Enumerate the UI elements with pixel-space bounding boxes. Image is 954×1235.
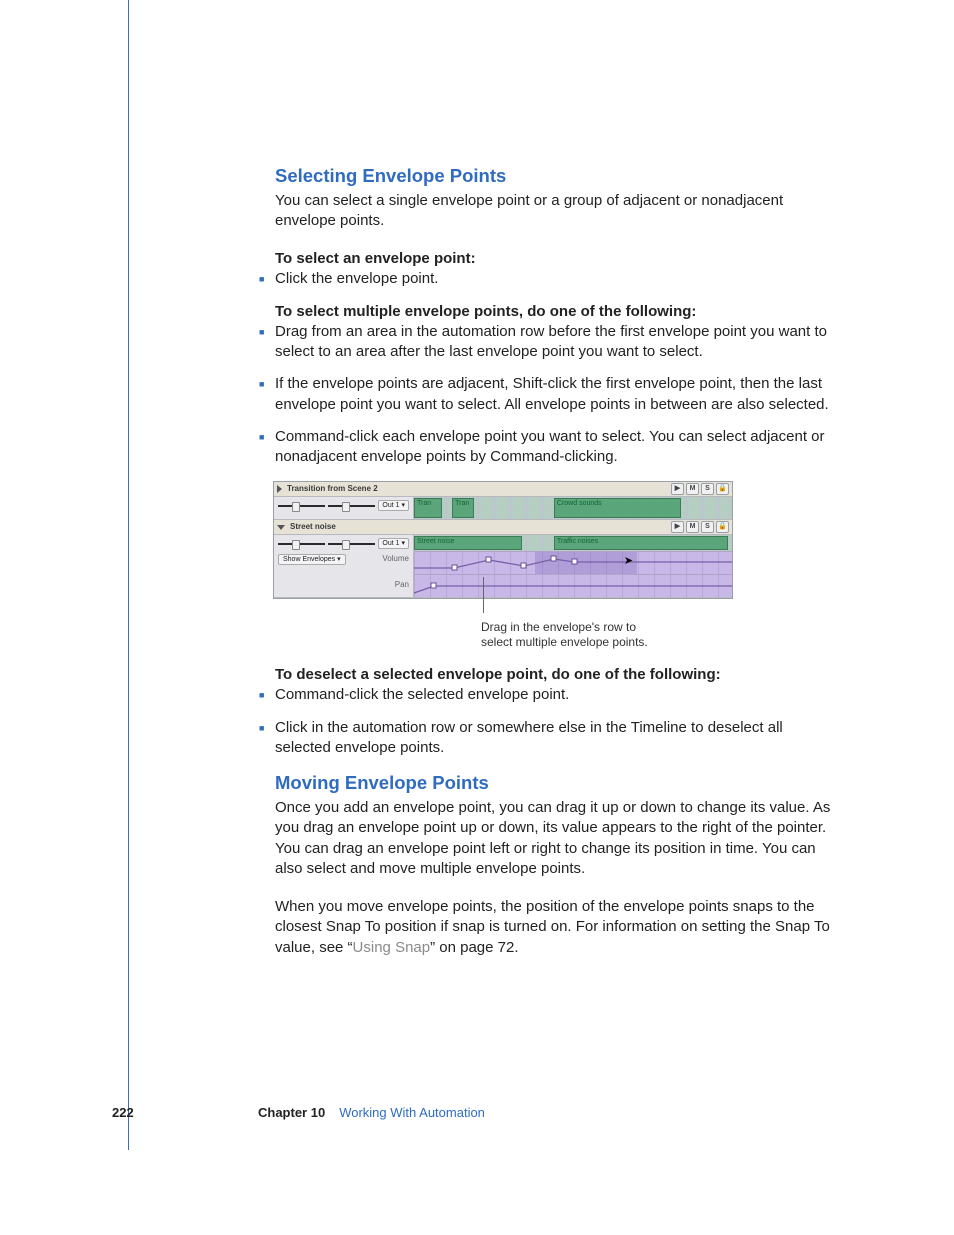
clip-tran[interactable]: Tran: [414, 498, 442, 518]
moving-paragraph-1: Once you add an envelope point, you can …: [275, 798, 839, 879]
list-item: If the envelope points are adjacent, Shi…: [275, 374, 839, 415]
track-body-1: Out 1 ▾ Tran Tran Crowd sounds: [274, 497, 732, 520]
clip-tran2[interactable]: Tran: [452, 498, 474, 518]
list-item: Drag from an area in the automation row …: [275, 322, 839, 363]
heading-moving-envelope-points: Moving Envelope Points: [275, 772, 839, 794]
play-button[interactable]: ▶: [671, 483, 684, 495]
list-select-single: Click the envelope point.: [275, 269, 839, 289]
page: Selecting Envelope Points You can select…: [0, 0, 954, 1235]
clip-lane[interactable]: Street noise Traffic noises: [414, 535, 732, 551]
figure-caption: Drag in the envelope's row to select mul…: [273, 620, 939, 650]
lock-button[interactable]: 🔒: [716, 521, 729, 533]
envelope-label-volume: Volume: [382, 555, 409, 563]
track-buttons: ▶ M S 🔒: [671, 521, 729, 533]
track-header-2: Street noise ▶ M S 🔒: [274, 520, 732, 535]
lead-select-multiple: To select multiple envelope points, do o…: [275, 303, 839, 320]
page-number: 222: [112, 1105, 134, 1120]
timeline-screenshot: Transition from Scene 2 ▶ M S 🔒 Out 1 ▾: [273, 481, 733, 599]
list-item: Command-click the selected envelope poin…: [275, 685, 839, 705]
lock-button[interactable]: 🔒: [716, 483, 729, 495]
disclosure-icon[interactable]: [277, 525, 285, 530]
track-name: Transition from Scene 2: [287, 485, 378, 493]
play-button[interactable]: ▶: [671, 521, 684, 533]
track-controls: Out 1 ▾ Show Envelopes ▾ Volume Pan: [274, 535, 414, 597]
pan-slider[interactable]: [328, 543, 375, 545]
clip-lane[interactable]: Tran Tran Crowd sounds: [414, 497, 732, 519]
chapter-title: Working With Automation: [339, 1105, 485, 1120]
figure-timeline: Transition from Scene 2 ▶ M S 🔒 Out 1 ▾: [273, 481, 839, 650]
cursor-icon: ➤: [624, 556, 633, 567]
clip-traffic[interactable]: Traffic noises: [554, 536, 729, 550]
margin-rule: [128, 0, 129, 1150]
clip-street[interactable]: Street noise: [414, 536, 522, 550]
track-body-2: Out 1 ▾ Show Envelopes ▾ Volume Pan Stre…: [274, 535, 732, 598]
volume-slider[interactable]: [278, 543, 325, 545]
envelope-label-pan: Pan: [395, 581, 409, 589]
moving-paragraph-2: When you move envelope points, the posit…: [275, 897, 839, 958]
track-controls: Out 1 ▾: [274, 497, 414, 519]
list-item: Command-click each envelope point you wa…: [275, 427, 839, 468]
envelope-curve: [414, 552, 732, 574]
solo-button[interactable]: S: [701, 521, 714, 533]
intro-paragraph: You can select a single envelope point o…: [275, 191, 839, 232]
list-deselect: Command-click the selected envelope poin…: [275, 685, 839, 758]
link-using-snap[interactable]: Using Snap: [353, 939, 431, 956]
envelope-lane-pan[interactable]: [414, 574, 732, 597]
mute-button[interactable]: M: [686, 521, 699, 533]
pan-slider[interactable]: [328, 505, 375, 507]
track-header-1: Transition from Scene 2 ▶ M S 🔒: [274, 482, 732, 497]
output-menu[interactable]: Out 1 ▾: [378, 538, 409, 549]
envelope-curve: [414, 575, 732, 597]
list-select-multiple: Drag from an area in the automation row …: [275, 322, 839, 468]
envelope-lane-volume[interactable]: ➤: [414, 551, 732, 574]
list-item: Click in the automation row or somewhere…: [275, 718, 839, 759]
callout: [273, 599, 731, 617]
callout-line: [483, 577, 484, 613]
track-name: Street noise: [290, 523, 336, 531]
output-menu[interactable]: Out 1 ▾: [378, 500, 409, 511]
show-envelopes-menu[interactable]: Show Envelopes ▾: [278, 554, 346, 565]
mute-button[interactable]: M: [686, 483, 699, 495]
chapter-label: Chapter 10Working With Automation: [258, 1105, 485, 1120]
volume-slider[interactable]: [278, 505, 325, 507]
solo-button[interactable]: S: [701, 483, 714, 495]
clip-crowd[interactable]: Crowd sounds: [554, 498, 681, 518]
lead-select-single: To select an envelope point:: [275, 250, 839, 267]
track-buttons: ▶ M S 🔒: [671, 483, 729, 495]
list-item: Click the envelope point.: [275, 269, 839, 289]
disclosure-icon[interactable]: [277, 485, 282, 493]
lead-deselect: To deselect a selected envelope point, d…: [275, 666, 839, 683]
heading-selecting-envelope-points: Selecting Envelope Points: [275, 165, 839, 187]
